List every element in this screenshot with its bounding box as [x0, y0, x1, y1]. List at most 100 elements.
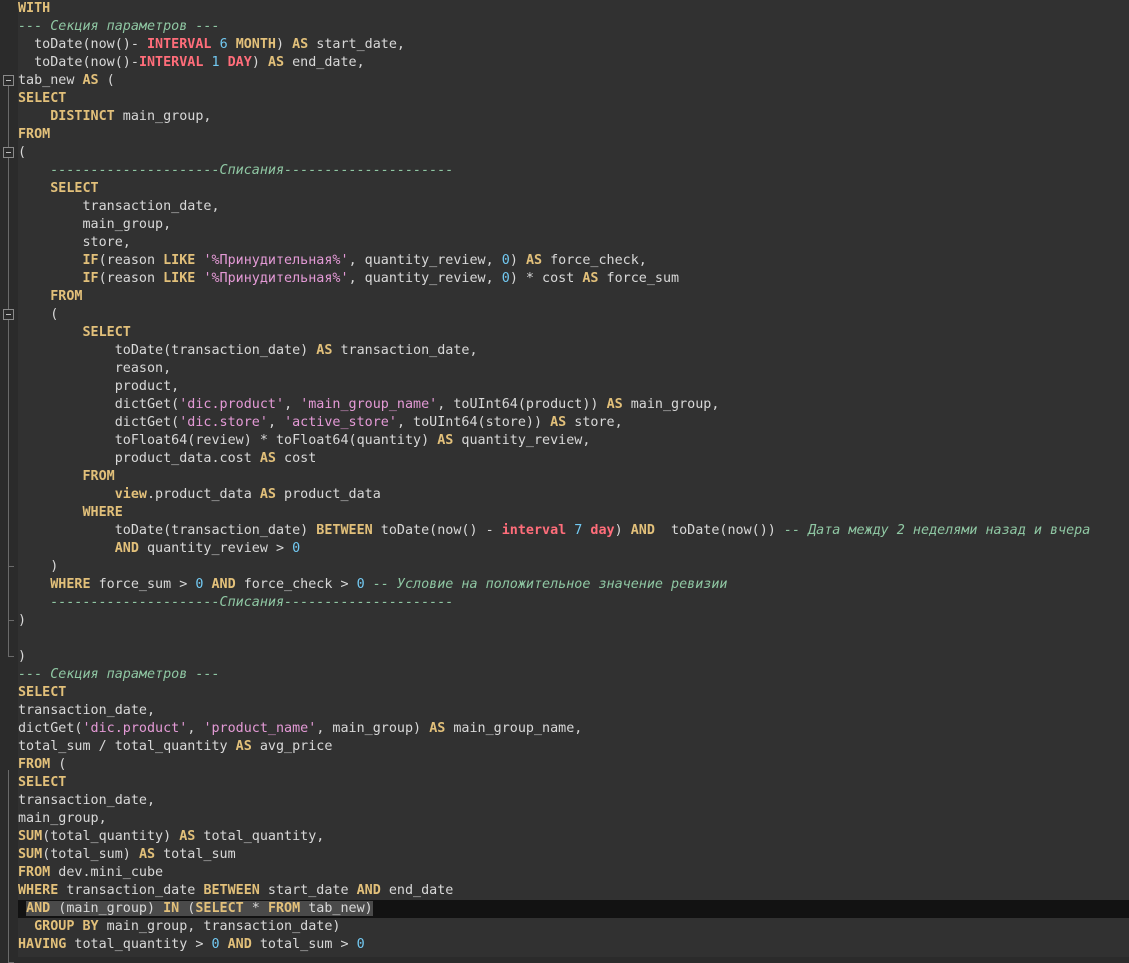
code-token: --- Секция параметров --- [18, 19, 220, 34]
sql-editor[interactable]: WITH --- Секция параметров --- toDate(now… [0, 0, 1129, 963]
code-line[interactable]: SELECT [18, 774, 1129, 792]
code-token: quantity_review, [453, 433, 591, 448]
code-line[interactable]: FROM [18, 468, 1129, 486]
code-token: ) [18, 649, 27, 664]
code-line[interactable]: SELECT [18, 684, 1129, 702]
code-line[interactable]: HAVING total_quantity > 0 AND total_sum … [18, 936, 1129, 954]
code-token: HAVING [18, 937, 67, 952]
code-line[interactable]: WHERE transaction_date BETWEEN start_dat… [18, 882, 1129, 900]
code-token: FROM [18, 757, 51, 772]
code-line[interactable]: FROM dev.mini_cube [18, 864, 1129, 882]
fold-toggle-icon[interactable] [3, 147, 14, 158]
code-token: -- Условие на положительное значение рев… [372, 577, 728, 592]
code-line[interactable]: SUM(total_quantity) AS total_quantity, [18, 828, 1129, 846]
code-token: product_data [276, 487, 381, 502]
code-line[interactable]: DISTINCT main_group, [18, 108, 1129, 126]
code-line[interactable]: IF(reason LIKE '%Принудительная%', quant… [18, 252, 1129, 270]
code-line[interactable]: ---------------------Списания-----------… [18, 162, 1129, 180]
code-token: total_quantity, [195, 829, 325, 844]
code-line[interactable]: AND quantity_review > 0 [18, 540, 1129, 558]
code-token: AND [114, 541, 139, 556]
code-line[interactable]: toDate(transaction_date) AS transaction_… [18, 342, 1129, 360]
code-token: total_sum [155, 847, 236, 862]
code-line[interactable]: toDate(now()- INTERVAL 6 MONTH) AS start… [18, 36, 1129, 54]
code-token: 'dic.product' [179, 397, 285, 412]
code-token: AS [525, 253, 543, 268]
code-token: SELECT [18, 775, 67, 790]
code-token: dictGet( [18, 415, 180, 430]
code-token: force_sum [598, 271, 680, 286]
code-line[interactable]: GROUP BY main_group, transaction_date) [18, 918, 1129, 936]
code-token: 1 [211, 55, 220, 70]
code-token: AS [437, 433, 454, 448]
code-token: start_date, [308, 37, 405, 52]
code-line[interactable] [18, 630, 1129, 648]
code-token: toDate(now()) [654, 523, 784, 538]
code-line[interactable]: FROM [18, 288, 1129, 306]
code-line[interactable]: AND (main_group) IN (SELECT * FROM tab_n… [18, 900, 1129, 918]
code-line[interactable]: SELECT [18, 90, 1129, 108]
code-line[interactable]: main_group, [18, 810, 1129, 828]
code-token: AS [267, 55, 285, 70]
code-line[interactable]: transaction_date, [18, 702, 1129, 720]
code-token: cost [275, 451, 317, 466]
code-token: ) * cost [509, 271, 583, 286]
code-line[interactable]: dictGet('dic.product', 'product_name', m… [18, 720, 1129, 738]
code-token: day [590, 523, 615, 538]
code-token: (total_sum) [42, 847, 139, 862]
code-token: INTERVAL [147, 37, 212, 52]
code-line[interactable]: store, [18, 234, 1129, 252]
code-line[interactable]: IF(reason LIKE '%Принудительная%', quant… [18, 270, 1129, 288]
code-token: , [267, 415, 285, 430]
code-line[interactable]: ---------------------Списания-----------… [18, 594, 1129, 612]
code-line[interactable]: total_sum / total_quantity AS avg_price [18, 738, 1129, 756]
code-token: 0 [501, 271, 510, 286]
code-token: AS [138, 847, 156, 862]
code-token: store, [18, 235, 131, 250]
code-token: main_group, [114, 109, 212, 124]
code-line[interactable]: --- Секция параметров --- [18, 18, 1129, 36]
code-line[interactable]: reason, [18, 360, 1129, 378]
code-line[interactable]: view.product_data AS product_data [18, 486, 1129, 504]
fold-toggle-icon[interactable] [3, 75, 14, 86]
code-token: (reason [98, 271, 164, 286]
code-line[interactable]: ) [18, 612, 1129, 630]
code-line[interactable]: toDate(transaction_date) BETWEEN toDate(… [18, 522, 1129, 540]
code-line[interactable]: product_data.cost AS cost [18, 450, 1129, 468]
code-line[interactable]: main_group, [18, 216, 1129, 234]
code-line[interactable]: SELECT [18, 180, 1129, 198]
code-token: ) [18, 613, 27, 628]
code-token: 0 [211, 937, 220, 952]
fold-toggle-icon[interactable] [3, 309, 14, 320]
code-line[interactable]: dictGet('dic.store', 'active_store', toU… [18, 414, 1129, 432]
code-token: , main_group) [316, 721, 430, 736]
code-line[interactable]: ( [18, 144, 1129, 162]
code-line[interactable]: transaction_date, [18, 198, 1129, 216]
code-line[interactable]: WITH [18, 0, 1129, 18]
code-line[interactable]: transaction_date, [18, 792, 1129, 810]
code-area[interactable]: WITH --- Секция параметров --- toDate(now… [18, 0, 1129, 957]
code-token: * [243, 901, 268, 916]
code-line[interactable]: SUM(total_sum) AS total_sum [18, 846, 1129, 864]
code-line[interactable]: ) [18, 558, 1129, 576]
code-line[interactable]: ( [18, 306, 1129, 324]
code-line[interactable]: FROM [18, 126, 1129, 144]
code-line[interactable]: dictGet('dic.product', 'main_group_name'… [18, 396, 1129, 414]
code-line[interactable]: WHERE [18, 504, 1129, 522]
code-token: '%Принудительная%' [203, 271, 349, 286]
code-line[interactable]: toDate(now()-INTERVAL 1 DAY) AS end_date… [18, 54, 1129, 72]
code-token: , toUInt64(product)) [437, 397, 607, 412]
code-line[interactable]: ) [18, 648, 1129, 666]
code-token: 'active_store' [284, 415, 397, 430]
code-line[interactable]: product, [18, 378, 1129, 396]
code-token: MONTH [235, 37, 276, 52]
code-line[interactable]: WHERE force_sum > 0 AND force_check > 0 … [18, 576, 1129, 594]
code-line[interactable]: FROM ( [18, 756, 1129, 774]
code-line[interactable]: tab_new AS ( [18, 72, 1129, 90]
code-line[interactable]: toFloat64(review) * toFloat64(quantity) … [18, 432, 1129, 450]
code-line[interactable]: SELECT [18, 324, 1129, 342]
code-line[interactable]: --- Секция параметров --- [18, 666, 1129, 684]
